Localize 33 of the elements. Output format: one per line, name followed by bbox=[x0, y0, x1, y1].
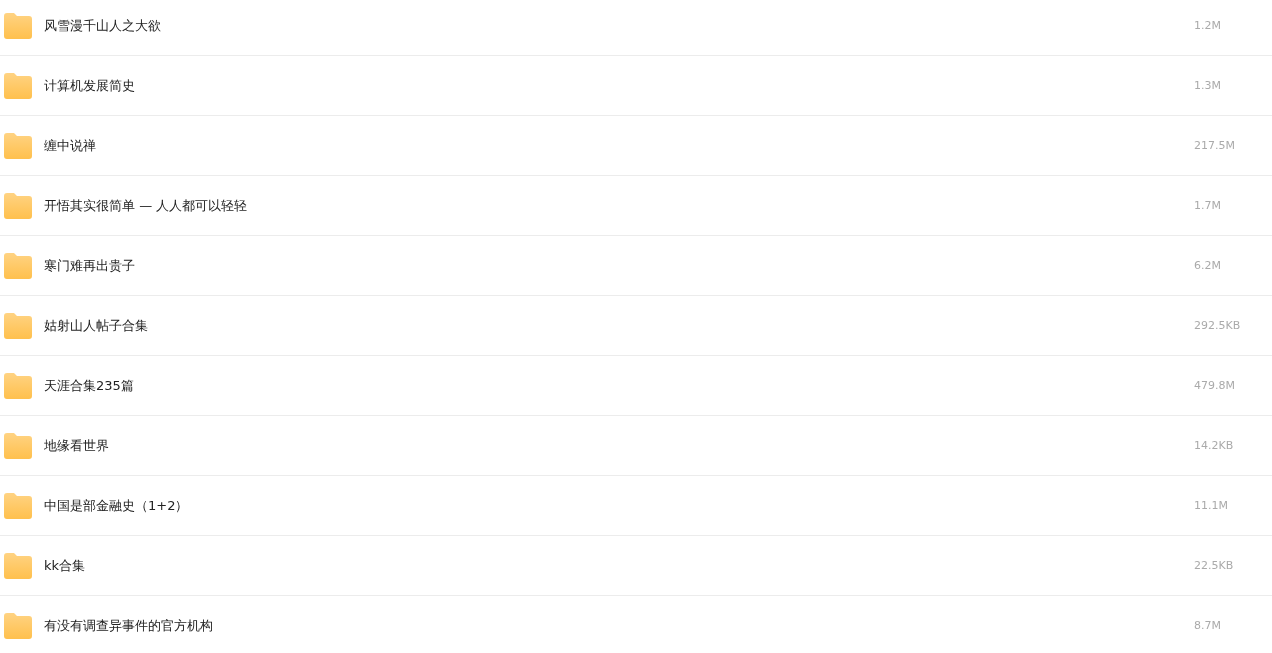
file-size: 479.8M bbox=[1194, 379, 1236, 392]
folder-name[interactable]: 天涯合集235篇 bbox=[44, 376, 1194, 395]
folder-icon bbox=[4, 12, 32, 39]
file-size: 1.2M bbox=[1194, 19, 1222, 32]
file-size: 1.3M bbox=[1194, 79, 1222, 92]
folder-icon bbox=[4, 132, 32, 159]
folder-icon bbox=[4, 372, 32, 399]
file-size: 292.5KB bbox=[1194, 319, 1242, 332]
file-size: 8.7M bbox=[1194, 619, 1222, 632]
folder-name[interactable]: 风雪漫千山人之大欲 bbox=[44, 16, 1194, 35]
folder-name[interactable]: 姑射山人帖子合集 bbox=[44, 316, 1194, 335]
folder-name[interactable]: 开悟其实很简单 — 人人都可以轻轻 bbox=[44, 196, 1194, 215]
folder-icon bbox=[4, 492, 32, 519]
folder-name[interactable]: 有没有调查异事件的官方机构 bbox=[44, 616, 1194, 635]
file-size: 11.1M bbox=[1194, 499, 1229, 512]
folder-name[interactable]: 中国是部金融史（1+2） bbox=[44, 496, 1194, 515]
folder-name[interactable]: 寒门难再出贵子 bbox=[44, 256, 1194, 275]
file-size: 6.2M bbox=[1194, 259, 1222, 272]
folder-name[interactable]: kk合集 bbox=[44, 556, 1194, 575]
folder-name[interactable]: 地缘看世界 bbox=[44, 436, 1194, 455]
folder-icon bbox=[4, 612, 32, 639]
folder-icon bbox=[4, 72, 32, 99]
file-size: 217.5M bbox=[1194, 139, 1236, 152]
folder-icon bbox=[4, 552, 32, 579]
file-size: 1.7M bbox=[1194, 199, 1222, 212]
folder-name[interactable]: 缠中说禅 bbox=[44, 136, 1194, 155]
folder-name[interactable]: 计算机发展简史 bbox=[44, 76, 1194, 95]
folder-icon bbox=[4, 312, 32, 339]
folder-icon bbox=[4, 192, 32, 219]
file-size: 14.2KB bbox=[1194, 439, 1235, 452]
folder-icon bbox=[4, 252, 32, 279]
folder-icon bbox=[4, 432, 32, 459]
file-size: 22.5KB bbox=[1194, 559, 1235, 572]
